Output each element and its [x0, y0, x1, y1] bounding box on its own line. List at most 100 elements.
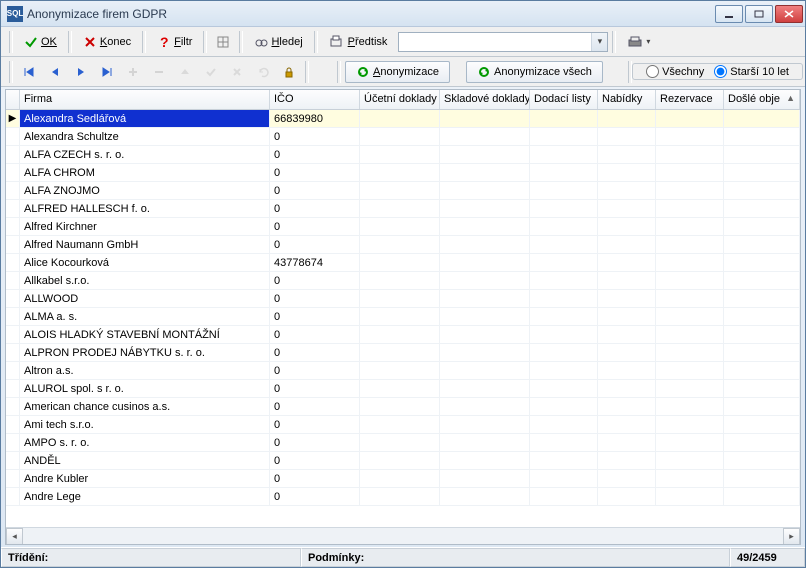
table-row[interactable]: ▶Alexandra Sedlářová66839980	[6, 110, 800, 128]
sort-up-icon: ▲	[786, 93, 795, 106]
up-button[interactable]	[173, 61, 197, 83]
row-indicator	[6, 236, 20, 253]
table-row[interactable]: Andre Kubler0	[6, 470, 800, 488]
radio-vsechny[interactable]: Všechny	[646, 65, 704, 78]
table-row[interactable]: Ami tech s.r.o.0	[6, 416, 800, 434]
table-row[interactable]: ALMA a. s.0	[6, 308, 800, 326]
cell-rezervace	[656, 380, 724, 397]
lock-button[interactable]	[277, 61, 301, 83]
radio-starsi[interactable]: Starší 10 let	[714, 65, 789, 78]
scroll-track[interactable]	[23, 528, 783, 544]
cell-dosle	[724, 344, 800, 361]
maximize-button[interactable]	[745, 5, 773, 23]
last-icon	[101, 66, 113, 78]
cancel-edit-button[interactable]	[225, 61, 249, 83]
minimize-button[interactable]	[715, 5, 743, 23]
table-row[interactable]: ANDĚL0	[6, 452, 800, 470]
cell-ico: 0	[270, 272, 360, 289]
h-scrollbar[interactable]: ◂ ▸	[6, 527, 800, 544]
table-row[interactable]: Alfred Naumann GmbH0	[6, 236, 800, 254]
scroll-left-button[interactable]: ◂	[6, 528, 23, 545]
col-indicator[interactable]	[6, 90, 20, 109]
toolbar-nav: Anonymizace Anonymizace všech Všechny St…	[1, 57, 805, 87]
anonymizace-button[interactable]: Anonymizace	[345, 61, 450, 83]
cell-sklad	[440, 416, 530, 433]
table-row[interactable]: Alexandra Schultze0	[6, 128, 800, 146]
print-button[interactable]: ▾	[620, 31, 657, 53]
table-row[interactable]: Altron a.s.0	[6, 362, 800, 380]
table-row[interactable]: ALPRON PRODEJ NÁBYTKU s. r. o.0	[6, 344, 800, 362]
table-row[interactable]: ALFA ZNOJMO0	[6, 182, 800, 200]
col-dodaci[interactable]: Dodací listy	[530, 90, 598, 109]
cell-dodaci	[530, 182, 598, 199]
close-button[interactable]	[775, 5, 803, 23]
col-firma[interactable]: Firma	[20, 90, 270, 109]
table-row[interactable]: Alfred Kirchner0	[6, 218, 800, 236]
grid-body[interactable]: ▶Alexandra Sedlářová66839980Alexandra Sc…	[6, 110, 800, 527]
cell-ico: 0	[270, 182, 360, 199]
hledej-button[interactable]: Hledej	[247, 31, 309, 53]
check-icon	[24, 35, 38, 49]
table-row[interactable]: Alice Kocourková43778674	[6, 254, 800, 272]
filtr-button[interactable]: ? Filtr	[150, 31, 199, 53]
cell-firma: Ami tech s.r.o.	[20, 416, 270, 433]
prev-button[interactable]	[43, 61, 67, 83]
cell-rezervace	[656, 128, 724, 145]
table-row[interactable]: AMPO s. r. o.0	[6, 434, 800, 452]
confirm-button[interactable]	[199, 61, 223, 83]
col-sklad[interactable]: Skladové doklady	[440, 90, 530, 109]
print-preview-icon	[329, 35, 345, 49]
add-button[interactable]	[121, 61, 145, 83]
table-row[interactable]: ALFRED HALLESCH f. o.0	[6, 200, 800, 218]
cell-ico: 0	[270, 326, 360, 343]
ok-button[interactable]: OK	[17, 31, 64, 53]
table-row[interactable]: ALFA CHROM0	[6, 164, 800, 182]
cell-sklad	[440, 290, 530, 307]
row-indicator	[6, 308, 20, 325]
col-ico[interactable]: IČO	[270, 90, 360, 109]
konec-button[interactable]: Konec	[76, 31, 138, 53]
cell-firma: American chance cusinos a.s.	[20, 398, 270, 415]
cell-dosle	[724, 380, 800, 397]
grid-icon-button[interactable]	[211, 31, 235, 53]
cell-nabidky	[598, 164, 656, 181]
predtisk-combo[interactable]: ▾	[398, 32, 608, 52]
table-row[interactable]: Allkabel s.r.o.0	[6, 272, 800, 290]
cell-sklad	[440, 308, 530, 325]
titlebar: SQL Anonymizace firem GDPR	[1, 1, 805, 27]
cell-sklad	[440, 146, 530, 163]
cell-ucetni	[360, 110, 440, 127]
cell-nabidky	[598, 290, 656, 307]
window-title: Anonymizace firem GDPR	[27, 7, 713, 21]
cell-ico: 0	[270, 434, 360, 451]
cell-ucetni	[360, 470, 440, 487]
table-row[interactable]: ALOIS HLADKÝ STAVEBNÍ MONTÁŽNÍ0	[6, 326, 800, 344]
cell-ico: 0	[270, 380, 360, 397]
next-button[interactable]	[69, 61, 93, 83]
col-dosle[interactable]: Došlé obje ▲	[724, 90, 800, 109]
cell-dosle	[724, 164, 800, 181]
scroll-right-button[interactable]: ▸	[783, 528, 800, 545]
cell-sklad	[440, 326, 530, 343]
anonymizace-vsech-button[interactable]: Anonymizace všech	[466, 61, 603, 83]
row-indicator: ▶	[6, 110, 20, 127]
cell-sklad	[440, 236, 530, 253]
predtisk-button[interactable]: Předtisk	[322, 31, 395, 53]
cell-dodaci	[530, 254, 598, 271]
cell-sklad	[440, 254, 530, 271]
remove-button[interactable]	[147, 61, 171, 83]
table-row[interactable]: ALUROL spol. s r. o.0	[6, 380, 800, 398]
first-button[interactable]	[17, 61, 41, 83]
last-button[interactable]	[95, 61, 119, 83]
table-row[interactable]: ALLWOOD0	[6, 290, 800, 308]
undo-button[interactable]	[251, 61, 275, 83]
table-row[interactable]: Andre Lege0	[6, 488, 800, 506]
col-ucetni[interactable]: Účetní doklady	[360, 90, 440, 109]
col-rezervace[interactable]: Rezervace	[656, 90, 724, 109]
up-icon	[179, 66, 191, 78]
binoculars-icon	[254, 35, 268, 49]
cell-dosle	[724, 398, 800, 415]
table-row[interactable]: American chance cusinos a.s.0	[6, 398, 800, 416]
table-row[interactable]: ALFA CZECH s. r. o.0	[6, 146, 800, 164]
col-nabidky[interactable]: Nabídky	[598, 90, 656, 109]
